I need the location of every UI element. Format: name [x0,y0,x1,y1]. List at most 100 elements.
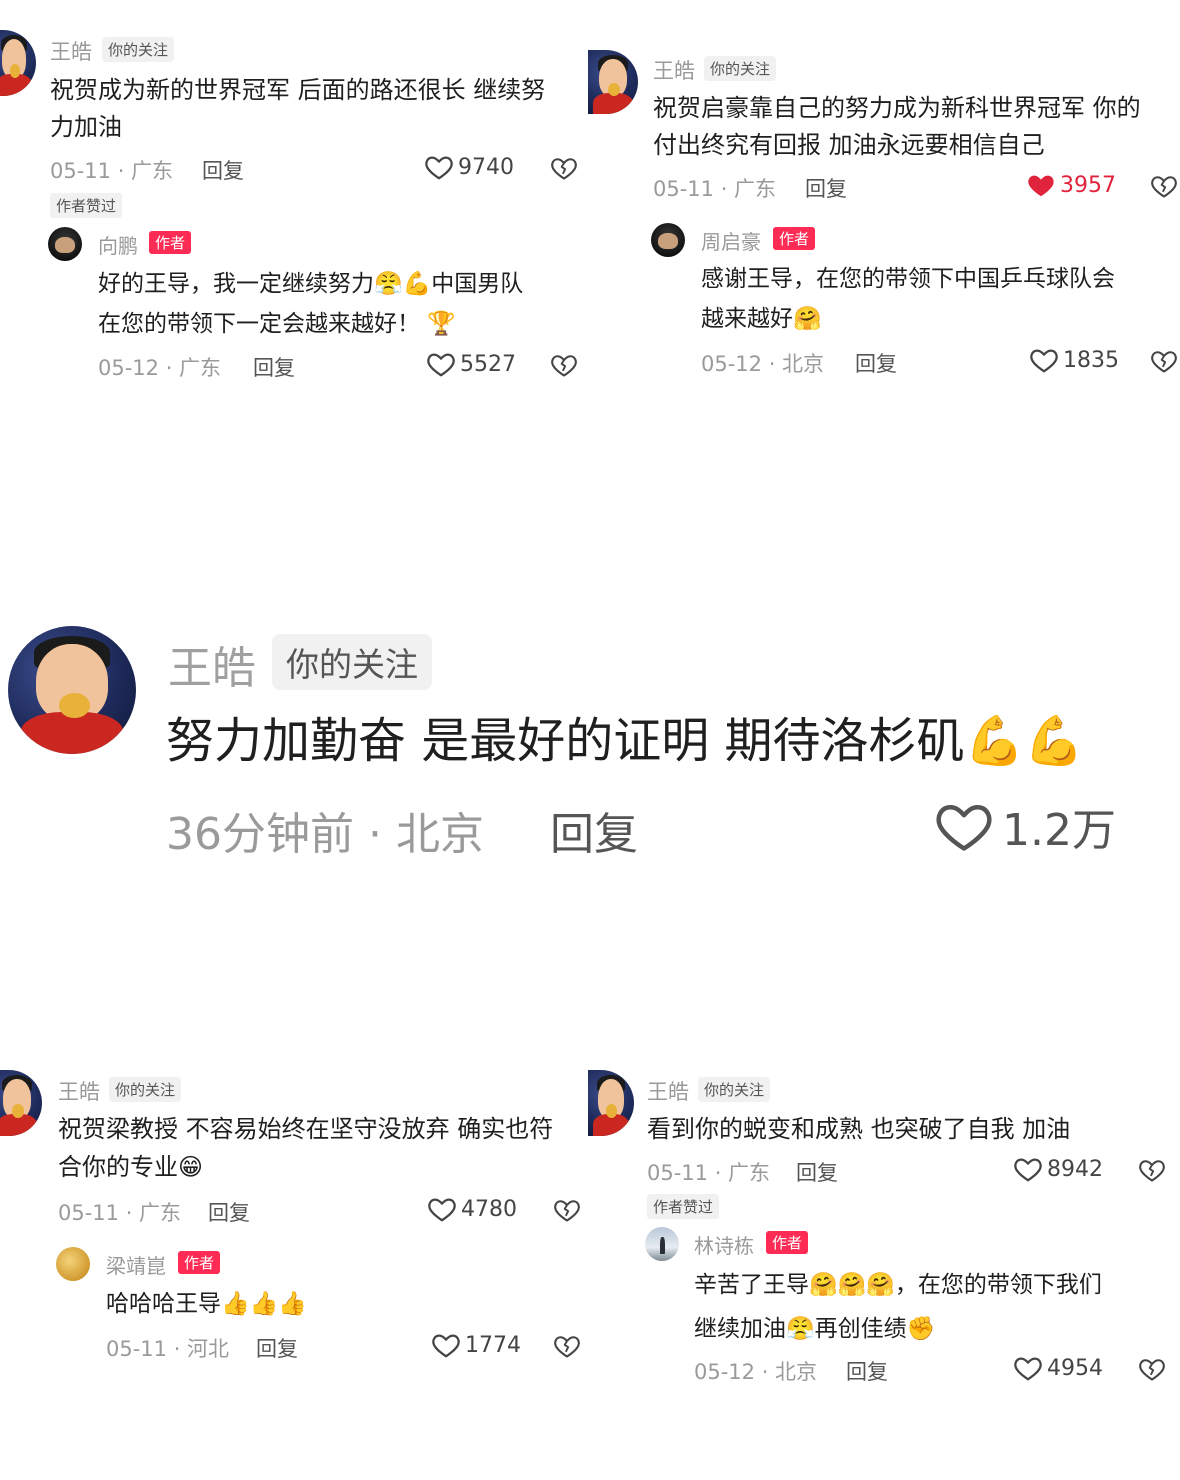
broken-heart-icon[interactable] [550,154,578,182]
reply-button[interactable]: 回复 [796,1157,838,1187]
comment-text: 好的王导，我一定继续努力😤💪中国男队 在您的带领下一定会越来越好！ 🏆 [98,271,524,337]
thumbs-up-icon: 👍👍👍 [221,1291,307,1317]
author-tag: 作者 [149,231,192,254]
comment-meta: 05-11 · 广东 [58,1201,182,1225]
like-button[interactable]: 8942 [1013,1154,1103,1184]
broken-heart-icon[interactable] [1138,1355,1166,1383]
commenter-name[interactable]: 王皓 [168,632,256,696]
comment-meta: 05-11 · 广东 [647,1161,771,1185]
reply-button[interactable]: 回复 [550,798,638,862]
trophy-icon: 🏆 [427,311,456,337]
like-button[interactable]: 4780 [427,1194,517,1224]
comment-text: 看到你的蜕变和成熟 也突破了自我 加油 [647,1115,1071,1143]
like-count: 1.2万 [1002,805,1116,856]
like-button[interactable]: 1.2万 [934,794,1116,858]
avatar[interactable] [56,1247,90,1281]
like-button[interactable]: 3957 [1026,170,1116,200]
like-button[interactable]: 1835 [1029,345,1119,375]
follow-tag: 你的关注 [704,56,777,81]
author-liked-tag: 作者赞过 [50,193,123,218]
avatar[interactable] [651,223,685,257]
author-tag: 作者 [178,1251,221,1274]
like-button[interactable]: 4954 [1013,1353,1103,1383]
hugging-icon: 🤗 [793,306,822,332]
heart-outline-icon [426,349,456,379]
comment-text: 祝贺梁教授 不容易始终在坚守没放弃 确实也符 合你的专业😁 [58,1115,554,1181]
follow-tag: 你的关注 [102,37,175,62]
like-count: 9740 [458,154,514,180]
broken-heart-icon[interactable] [1150,347,1178,375]
commenter-name[interactable]: 王皓 [58,1076,100,1106]
commenter-name[interactable]: 王皓 [647,1076,689,1106]
avatar[interactable] [588,1070,634,1136]
comment-text: 祝贺成为新的世界冠军 后面的路还很长 继续努 力加油 [50,76,546,141]
commenter-name[interactable]: 周启豪 [701,226,761,255]
avatar[interactable] [8,626,136,754]
author-tag: 作者 [773,227,816,250]
heart-outline-icon [1029,345,1059,375]
like-button[interactable]: 1774 [431,1330,521,1360]
author-liked-tag: 作者赞过 [647,1194,720,1219]
comment-meta: 05-12 · 广东 [98,356,222,380]
commenter-name[interactable]: 王皓 [653,55,695,85]
comment-meta: 05-12 · 北京 [694,1360,818,1384]
reply-button[interactable]: 回复 [202,155,244,185]
commenter-name[interactable]: 向鹏 [98,230,138,259]
like-button[interactable]: 9740 [424,152,514,182]
broken-heart-icon[interactable] [1138,1156,1166,1184]
comment-text: 哈哈哈王导👍👍👍 [106,1291,307,1317]
commenter-name[interactable]: 林诗栋 [694,1230,754,1259]
heart-outline-icon [431,1330,461,1360]
broken-heart-icon[interactable] [1150,172,1178,200]
raised-fist-icon: ✊ [906,1316,936,1342]
reply-button[interactable]: 回复 [855,348,897,378]
heart-outline-icon [934,796,994,856]
comment-text: 辛苦了王导🤗🤗🤗，在您的带领下我们 继续加油😤再创佳绩✊ [694,1272,1102,1342]
avatar[interactable] [0,30,36,96]
flexed-biceps-icon: 💪💪 [964,713,1085,769]
comment-text: 祝贺启豪靠自己的努力成为新科世界冠军 你的 付出终究有回报 加油永远要相信自己 [653,94,1141,159]
like-count: 8942 [1047,1156,1103,1182]
comment-meta: 05-11 · 广东 [653,177,777,201]
commenter-name[interactable]: 王皓 [50,36,92,66]
like-count: 1835 [1063,347,1119,373]
comment-meta: 05-12 · 北京 [701,352,825,376]
commenter-name[interactable]: 梁靖崑 [106,1250,166,1279]
like-count: 3957 [1060,172,1116,198]
reply-button[interactable]: 回复 [253,352,295,382]
broken-heart-icon[interactable] [550,351,578,379]
comment-meta: 05-11 · 河北 [106,1337,230,1361]
heart-outline-icon [1013,1353,1043,1383]
reply-button[interactable]: 回复 [846,1356,888,1386]
avatar[interactable] [645,1227,679,1261]
like-count: 4954 [1047,1355,1103,1381]
comment-text: 努力加勤奋 是最好的证明 期待洛杉矶💪💪 [166,713,1085,769]
avatar[interactable] [0,1070,42,1136]
follow-tag: 你的关注 [272,634,432,690]
cheering-icon: 😤 [786,1316,815,1342]
follow-tag: 你的关注 [109,1077,182,1102]
like-count: 4780 [461,1196,517,1222]
comment-meta: 05-11 · 广东 [50,159,174,183]
reply-button[interactable]: 回复 [805,173,847,203]
avatar[interactable] [588,50,638,114]
broken-heart-icon[interactable] [553,1196,581,1224]
comment-text: 感谢王导，在您的带领下中国乒乓球队会 越来越好🤗 [701,266,1115,332]
grinning-icon: 😁 [178,1153,204,1181]
author-tag: 作者 [766,1231,809,1254]
like-button[interactable]: 5527 [426,349,516,379]
like-count: 1774 [465,1332,521,1358]
heart-outline-icon [1013,1154,1043,1184]
emoji-icon: 😤💪 [374,271,432,297]
heart-outline-icon [424,152,454,182]
like-count: 5527 [460,351,516,377]
comment-meta: 36分钟前 · 北京 [166,809,484,860]
reply-button[interactable]: 回复 [208,1197,250,1227]
reply-button[interactable]: 回复 [256,1333,298,1363]
heart-outline-icon [427,1194,457,1224]
heart-filled-icon [1026,170,1056,200]
avatar[interactable] [48,227,82,261]
broken-heart-icon[interactable] [553,1332,581,1360]
follow-tag: 你的关注 [698,1077,771,1102]
hugging-icon: 🤗🤗🤗 [809,1272,895,1298]
